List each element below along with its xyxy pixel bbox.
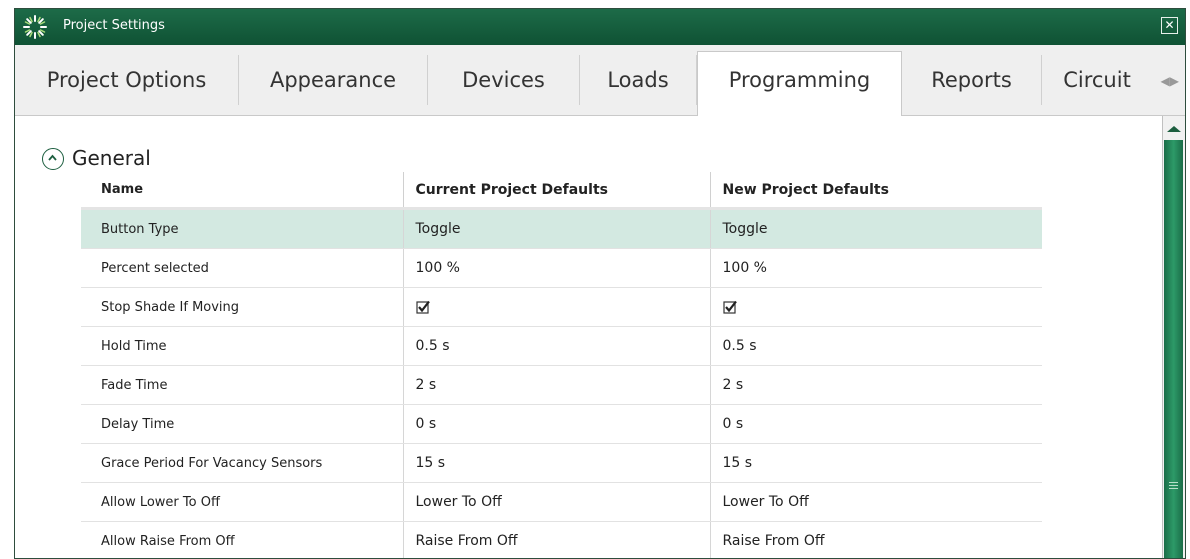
row-name: Hold Time xyxy=(81,326,404,366)
row-name: Percent selected xyxy=(81,248,404,288)
current-default-value[interactable]: 0 s xyxy=(403,404,711,444)
new-default-value[interactable]: Lower To Off xyxy=(710,482,1042,522)
current-default-value[interactable]: 15 s xyxy=(403,443,711,483)
new-default-value[interactable]: 0.5 s xyxy=(710,326,1042,366)
tab-devices[interactable]: Devices xyxy=(428,55,580,105)
row-name: Fade Time xyxy=(81,365,404,405)
table-row[interactable]: Allow Lower To Off Lower To Off Lower To… xyxy=(81,482,1042,522)
programming-panel: General Name Current Project Defaults Ne… xyxy=(15,116,1161,558)
row-name: Allow Raise From Off xyxy=(81,521,404,558)
scroll-up-arrow-icon[interactable] xyxy=(1167,126,1181,132)
row-name: Allow Lower To Off xyxy=(81,482,404,522)
project-settings-window: Project Settings ✕ Project Options Appea… xyxy=(14,8,1186,559)
scroll-thumb[interactable] xyxy=(1164,140,1183,558)
collapse-toggle-button[interactable] xyxy=(42,148,64,170)
table-row[interactable]: Button Type Toggle Toggle xyxy=(81,208,1042,249)
tab-scroll-arrows[interactable]: ◀▶ xyxy=(1161,74,1179,88)
window-title: Project Settings xyxy=(63,18,165,33)
grip-line xyxy=(1169,488,1178,489)
new-default-value[interactable]: 15 s xyxy=(710,443,1042,483)
column-header-new-defaults[interactable]: New Project Defaults xyxy=(710,172,1042,210)
table-row[interactable]: Grace Period For Vacancy Sensors 15 s 15… xyxy=(81,443,1042,483)
tab-programming[interactable]: Programming xyxy=(697,51,902,116)
new-default-value[interactable]: Raise From Off xyxy=(710,521,1042,558)
current-default-value[interactable]: 2 s xyxy=(403,365,711,405)
row-name: Delay Time xyxy=(81,404,404,444)
tab-bar: Project Options Appearance Devices Loads… xyxy=(15,45,1185,116)
tab-appearance[interactable]: Appearance xyxy=(239,55,428,105)
new-default-value[interactable]: Toggle xyxy=(710,208,1042,249)
new-default-value[interactable]: 100 % xyxy=(710,248,1042,288)
vertical-scrollbar[interactable] xyxy=(1162,116,1185,558)
tab-circuit[interactable]: Circuit xyxy=(1042,55,1152,105)
column-header-current-defaults[interactable]: Current Project Defaults xyxy=(403,172,711,210)
new-default-checkbox[interactable] xyxy=(710,287,1042,327)
close-button[interactable]: ✕ xyxy=(1161,17,1178,34)
column-header-name[interactable]: Name xyxy=(81,172,404,210)
title-bar[interactable]: Project Settings ✕ xyxy=(15,9,1185,45)
tab-project-options[interactable]: Project Options xyxy=(15,55,239,105)
section-title: General xyxy=(72,146,151,170)
current-default-value[interactable]: Raise From Off xyxy=(403,521,711,558)
current-default-value[interactable]: 100 % xyxy=(403,248,711,288)
checked-checkbox-icon[interactable] xyxy=(415,300,430,314)
sunburst-logo-icon xyxy=(23,15,47,39)
tab-loads[interactable]: Loads xyxy=(580,55,697,105)
checked-checkbox-icon[interactable] xyxy=(722,300,737,314)
current-default-value[interactable]: Lower To Off xyxy=(403,482,711,522)
table-row[interactable]: Allow Raise From Off Raise From Off Rais… xyxy=(81,521,1042,558)
table-row[interactable]: Hold Time 0.5 s 0.5 s xyxy=(81,326,1042,366)
table-row[interactable]: Fade Time 2 s 2 s xyxy=(81,365,1042,405)
current-default-checkbox[interactable] xyxy=(403,287,711,327)
current-default-value[interactable]: 0.5 s xyxy=(403,326,711,366)
table-row[interactable]: Percent selected 100 % 100 % xyxy=(81,248,1042,288)
new-default-value[interactable]: 0 s xyxy=(710,404,1042,444)
tab-reports[interactable]: Reports xyxy=(902,55,1042,105)
grip-line xyxy=(1169,485,1178,486)
current-default-value[interactable]: Toggle xyxy=(403,208,711,249)
table-header-row: Name Current Project Defaults New Projec… xyxy=(81,172,1042,210)
table-row[interactable]: Delay Time 0 s 0 s xyxy=(81,404,1042,444)
row-name: Stop Shade If Moving xyxy=(81,287,404,327)
new-default-value[interactable]: 2 s xyxy=(710,365,1042,405)
settings-table: Name Current Project Defaults New Projec… xyxy=(81,172,1042,558)
chevron-up-icon xyxy=(48,154,57,161)
grip-line xyxy=(1169,482,1178,483)
row-name: Button Type xyxy=(81,208,404,249)
row-name: Grace Period For Vacancy Sensors xyxy=(81,443,404,483)
table-row[interactable]: Stop Shade If Moving xyxy=(81,287,1042,327)
